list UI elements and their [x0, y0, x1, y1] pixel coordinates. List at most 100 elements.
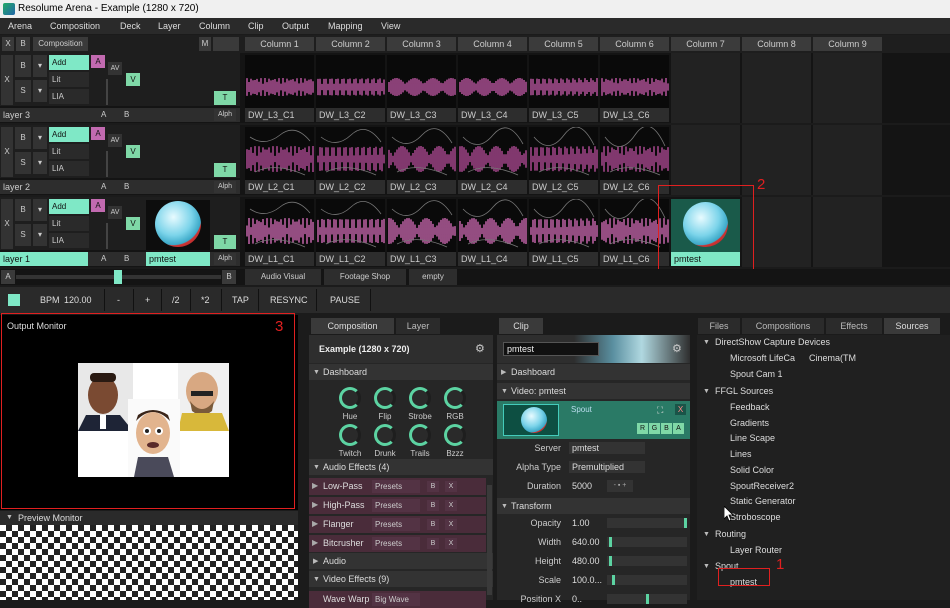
tab-effects[interactable]: Effects	[826, 318, 882, 334]
fullscreen-icon[interactable]: ⛶	[657, 405, 663, 416]
layer-solo-button[interactable]: S	[15, 224, 31, 246]
layer-blend-option-lit[interactable]: Lit	[49, 144, 89, 159]
tree-collapse-icon[interactable]: ▼	[703, 563, 710, 570]
layer-clear-button[interactable]: X	[1, 127, 13, 177]
crossfader-a-button[interactable]: A	[1, 270, 15, 284]
layer-blend-option-lit[interactable]: Lit	[49, 72, 89, 87]
menu-mapping[interactable]: Mapping	[328, 21, 363, 31]
layer-collapse-icon[interactable]: ▾	[33, 127, 47, 149]
effect-preset-dropdown[interactable]: Presets	[372, 480, 420, 493]
knob-drunk[interactable]	[374, 424, 396, 446]
clip-settings-gear-icon[interactable]: ⚙	[672, 342, 682, 355]
layer-solo-button[interactable]: S	[15, 80, 31, 102]
source-item[interactable]: Cinema(TM	[809, 353, 856, 363]
layer-audio-a-button[interactable]: A	[91, 127, 105, 140]
layer-crossfade-a[interactable]: A	[101, 110, 106, 119]
effect-preset-dropdown[interactable]: Presets	[372, 499, 420, 512]
alpha-type-dropdown[interactable]: Premultiplied	[569, 461, 645, 473]
composition-settings-gear-icon[interactable]: ⚙	[475, 342, 485, 355]
layer-transition-button[interactable]: T	[214, 163, 236, 177]
layer-alpha-button[interactable]: Alph	[214, 253, 236, 265]
duration-stepper[interactable]: - ▪ +	[607, 480, 633, 492]
channel-a-button[interactable]: A	[673, 423, 684, 434]
menu-arena[interactable]: Arena	[8, 21, 32, 31]
layer-crossfade-b[interactable]: B	[124, 182, 129, 191]
clip-name[interactable]: DW_L2_C3	[387, 180, 456, 194]
layer-bypass-button[interactable]: B	[15, 127, 31, 149]
layer-av-button[interactable]: AV	[108, 62, 122, 75]
menu-deck[interactable]: Deck	[120, 21, 141, 31]
layer-transition-button[interactable]: T	[214, 235, 236, 249]
clip-name[interactable]: DW_L1_C3	[387, 252, 456, 266]
layer-opacity-fader[interactable]	[106, 151, 108, 177]
video-effects-header[interactable]: ▼ Video Effects (9)	[309, 571, 493, 587]
clip-cell[interactable]	[316, 199, 385, 254]
tap-button[interactable]: TAP	[232, 295, 249, 305]
tab-compositions[interactable]: Compositions	[742, 318, 824, 334]
bpm-plus-button[interactable]: +	[145, 295, 150, 305]
source-item[interactable]: Spout Cam 1	[730, 369, 783, 379]
column-5-button[interactable]: Column 5	[529, 37, 598, 51]
source-group-1[interactable]: FFGL Sources	[715, 386, 773, 396]
clip-name[interactable]: DW_L2_C1	[245, 180, 314, 194]
bpm-half-button[interactable]: /2	[172, 295, 180, 305]
source-item-layer-router[interactable]: Layer Router	[730, 545, 782, 555]
channel-b-button[interactable]: B	[661, 423, 672, 434]
layer-blend-mode-dropdown[interactable]: Add	[49, 199, 89, 214]
clip-cell[interactable]	[458, 127, 527, 182]
clip-name[interactable]: DW_L3_C6	[600, 108, 669, 122]
empty-clip-slot[interactable]	[813, 197, 882, 267]
source-group-0[interactable]: DirectShow Capture Devices	[715, 337, 830, 347]
empty-clip-slot[interactable]	[742, 53, 811, 123]
knob-strobe[interactable]	[409, 387, 431, 409]
clip-cell[interactable]	[458, 199, 527, 254]
clip-cell[interactable]	[458, 55, 527, 110]
menu-clip[interactable]: Clip	[248, 21, 264, 31]
menu-view[interactable]: View	[381, 21, 400, 31]
deck-tab-footage-shop[interactable]: Footage Shop	[324, 269, 406, 285]
clip-cell[interactable]	[529, 199, 598, 254]
effect-row-high-pass[interactable]: ▶ High-Pass Presets B X	[309, 497, 486, 514]
effect-remove-button[interactable]: X	[445, 481, 457, 492]
layer-expand-icon[interactable]: ▾	[33, 80, 47, 102]
channel-r-button[interactable]: R	[637, 423, 648, 434]
clip-cell[interactable]	[245, 55, 314, 110]
column-9-button[interactable]: Column 9	[813, 37, 882, 51]
effect-expand-icon[interactable]: ▶	[312, 500, 318, 509]
layer-clear-button[interactable]: X	[1, 55, 13, 105]
clip-name[interactable]: DW_L3_C5	[529, 108, 598, 122]
clip-name[interactable]: DW_L1_C4	[458, 252, 527, 266]
video-source-thumbnail[interactable]	[503, 404, 559, 436]
knob-twitch[interactable]	[339, 424, 361, 446]
audio-header[interactable]: ▶ Audio	[309, 553, 493, 569]
clip-name[interactable]: DW_L2_C4	[458, 180, 527, 194]
layer-audio-a-button[interactable]: A	[91, 55, 105, 68]
effect-row-flanger[interactable]: ▶ Flanger Presets B X	[309, 516, 486, 533]
param-slider-width[interactable]	[607, 537, 687, 547]
menu-output[interactable]: Output	[282, 21, 309, 31]
clip-name[interactable]: DW_L3_C4	[458, 108, 527, 122]
clip-cell[interactable]	[316, 55, 385, 110]
deck-tab-audio-visual[interactable]: Audio Visual	[245, 269, 321, 285]
layer-video-v-button[interactable]: V	[126, 145, 140, 158]
effect-preset-dropdown[interactable]: Presets	[372, 518, 420, 531]
tab-sources[interactable]: Sources	[884, 318, 940, 334]
effect-row-bitcrusher[interactable]: ▶ Bitcrusher Presets B X	[309, 535, 486, 552]
layer-transition-button[interactable]: T	[214, 91, 236, 105]
clip-cell[interactable]	[387, 199, 456, 254]
layer-collapse-icon[interactable]: ▾	[33, 55, 47, 77]
effect-bypass-button[interactable]: B	[427, 481, 439, 492]
tree-collapse-icon[interactable]: ▼	[703, 531, 710, 538]
layer-crossfade-a[interactable]: A	[101, 254, 106, 263]
layer-video-v-button[interactable]: V	[126, 217, 140, 230]
tab-composition[interactable]: Composition	[311, 318, 394, 334]
source-item-solid-color[interactable]: Solid Color	[730, 465, 774, 475]
knob-rgb[interactable]	[444, 387, 466, 409]
menu-column[interactable]: Column	[199, 21, 230, 31]
clip-cell[interactable]	[600, 127, 669, 182]
layer-opacity-fader[interactable]	[106, 79, 108, 105]
layer-opacity-fader[interactable]	[106, 223, 108, 249]
clip-name[interactable]: DW_L1_C5	[529, 252, 598, 266]
effect-bypass-button[interactable]: B	[427, 538, 439, 549]
resync-button[interactable]: RESYNC	[270, 295, 308, 305]
